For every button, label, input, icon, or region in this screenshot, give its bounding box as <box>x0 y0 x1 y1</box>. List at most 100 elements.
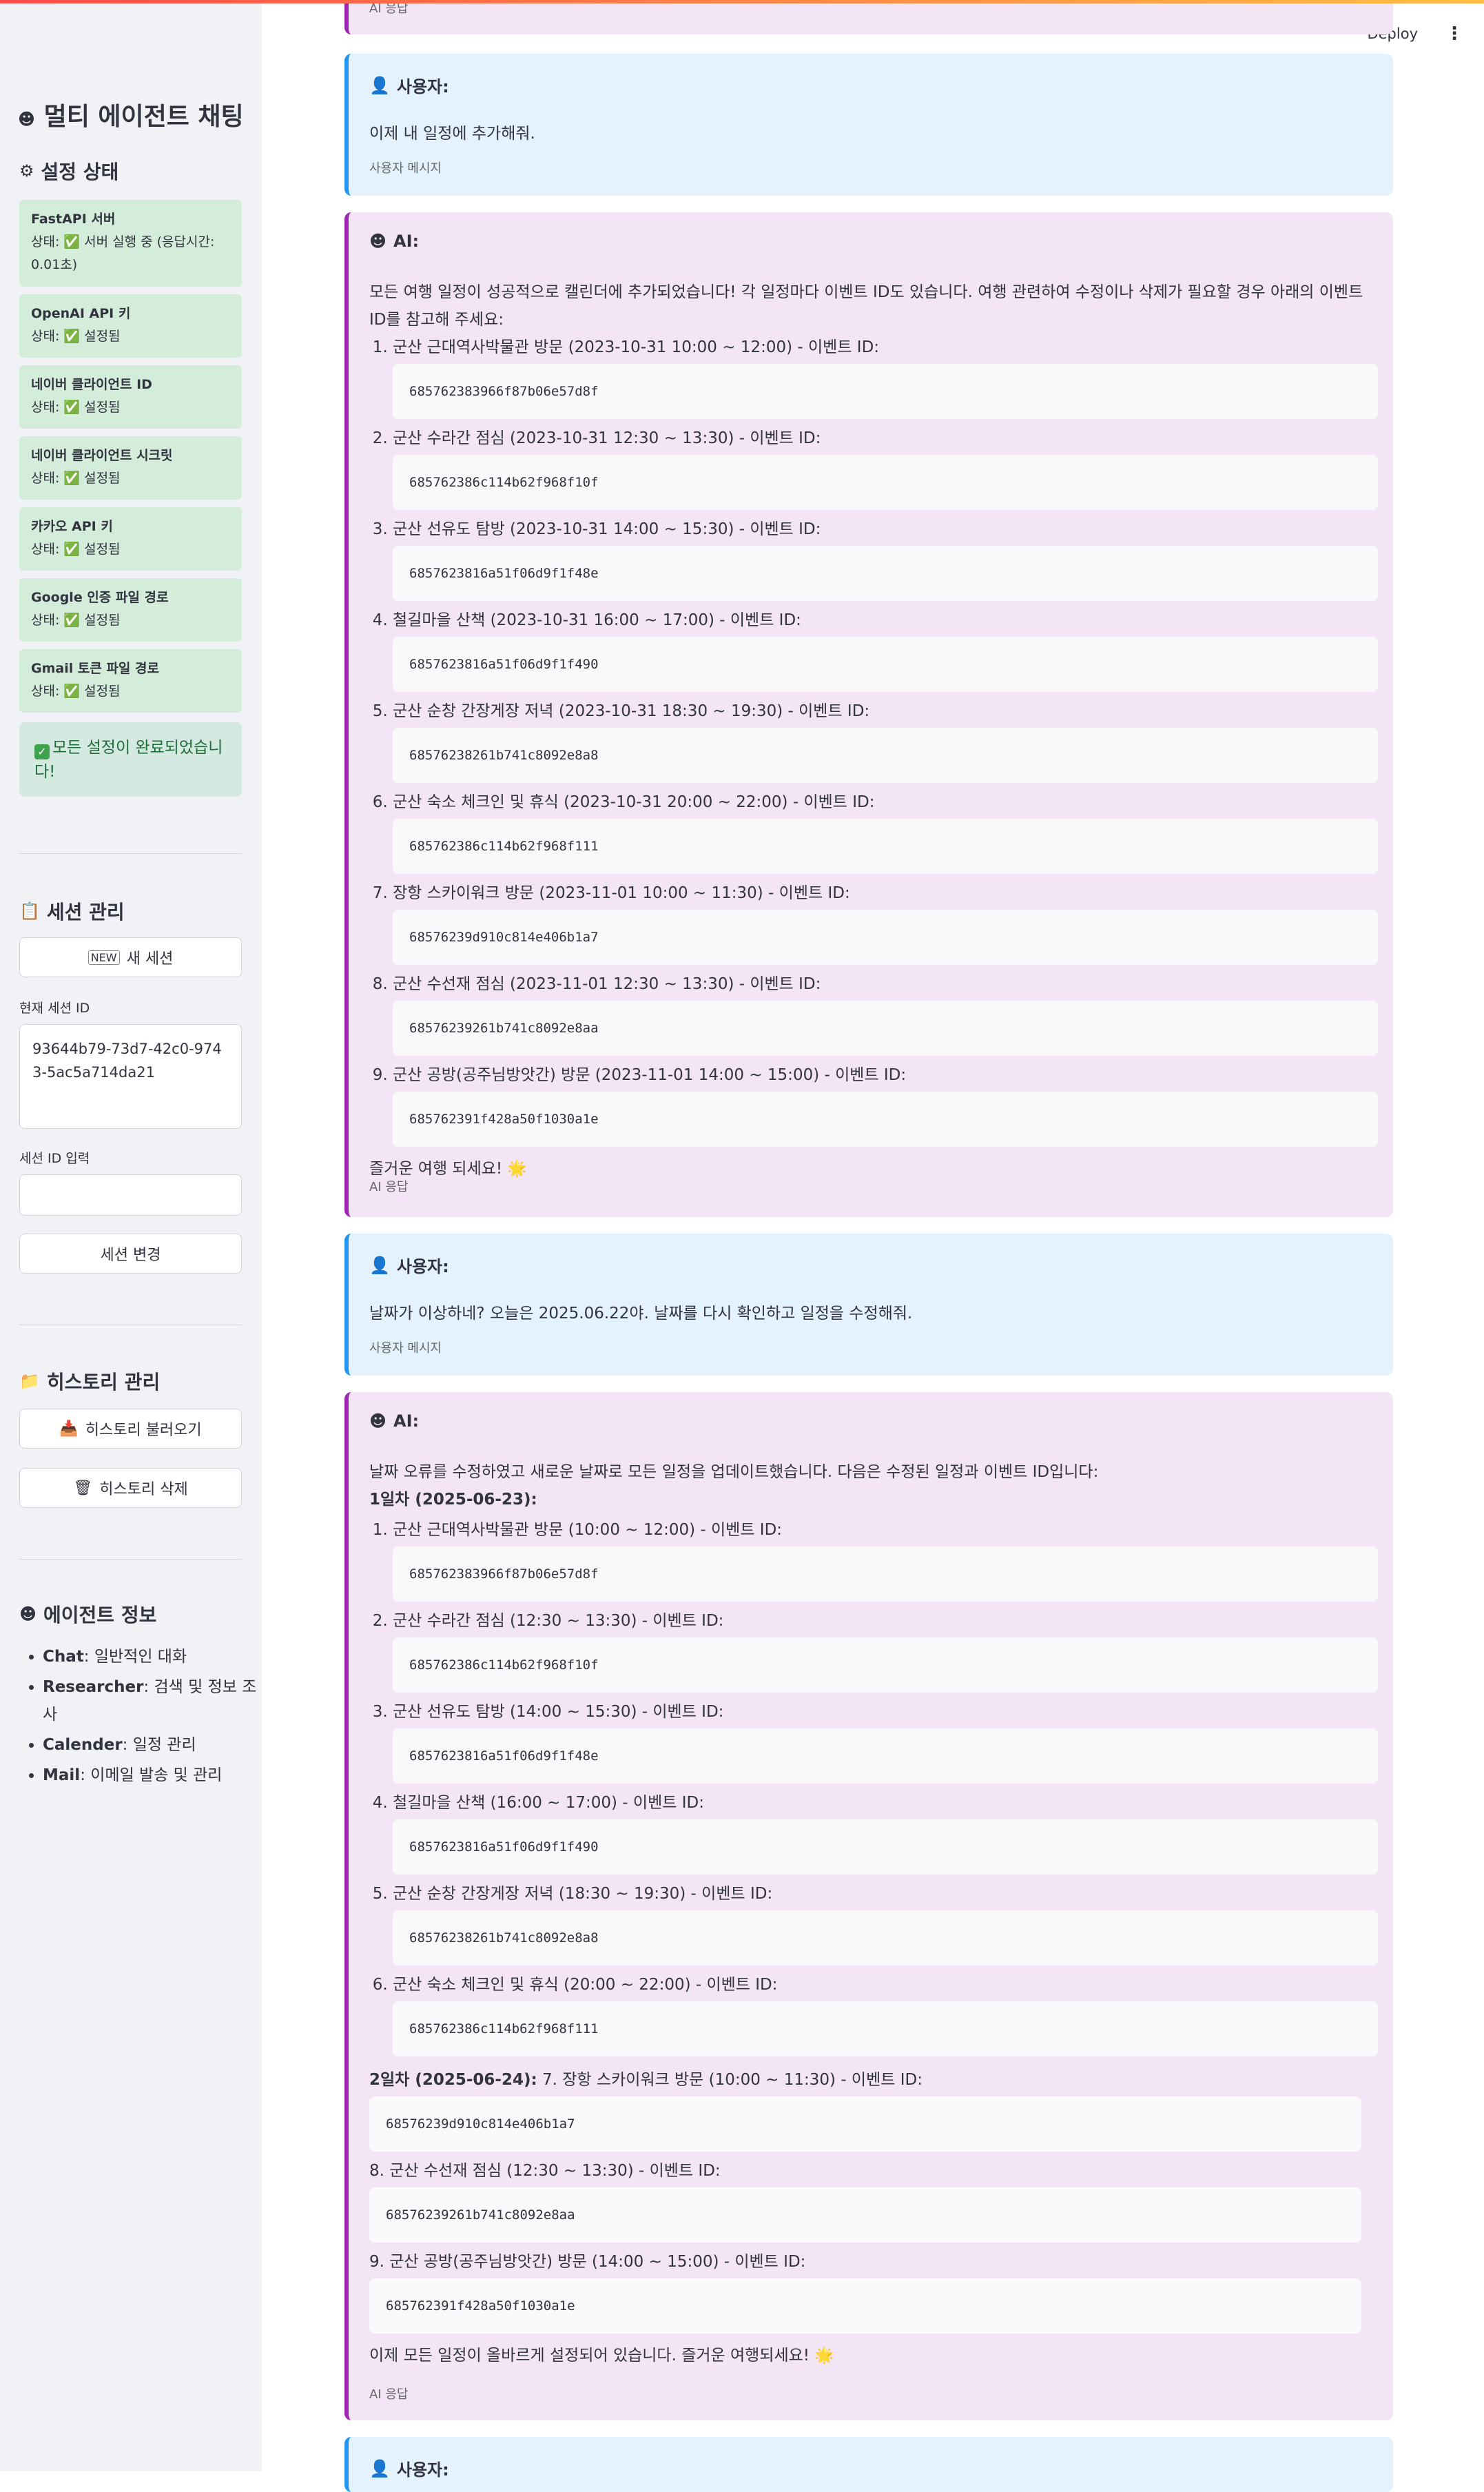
event-id-code: 685762383966f87b06e57d8f <box>393 1546 1378 1602</box>
status-card-openai: OpenAI API 키 상태: ✅ 설정됨 <box>19 294 242 358</box>
user-icon: 👤 <box>369 75 390 95</box>
schedule-item: 군산 수선재 점심 (2023-11-01 12:30 ~ 13:30) - 이… <box>393 970 1378 1056</box>
user-message: 👤 사용자: <box>344 2437 1393 2492</box>
user-icon: 👤 <box>369 1255 390 1275</box>
event-id-code: 685762383966f87b06e57d8f <box>393 364 1378 419</box>
status-card-gmail: Gmail 토큰 파일 경로 상태: ✅ 설정됨 <box>19 649 242 713</box>
user-message: 👤 사용자: 이제 내 일정에 추가해줘. 사용자 메시지 <box>344 54 1393 196</box>
message-role: 👤 사용자: <box>369 2458 449 2480</box>
kebab-menu-icon[interactable]: ⋮ <box>1445 23 1463 44</box>
message-caption: AI 응답 <box>369 1180 409 1194</box>
agent-item: Mail: 이메일 발송 및 관리 <box>43 1761 263 1789</box>
load-history-button[interactable]: 📥 히스토리 불러오기 <box>19 1409 242 1449</box>
ai-message: ☻ AI: 날짜 오류를 수정하였고 새로운 날짜로 모든 일정을 업데이트했습니… <box>344 1392 1393 2420</box>
status-card-naver-id: 네이버 클라이언트 ID 상태: ✅ 설정됨 <box>19 365 242 429</box>
status-card-naver-secret: 네이버 클라이언트 시크릿 상태: ✅ 설정됨 <box>19 436 242 500</box>
event-id-code: 685762386c114b62f968f10f <box>393 455 1378 510</box>
event-id-code: 68576239d910c814e406b1a7 <box>369 2096 1361 2152</box>
schedule-item: 철길마을 산책 (16:00 ~ 17:00) - 이벤트 ID:6857623… <box>393 1789 1378 1875</box>
gear-icon: ⚙ <box>19 161 34 181</box>
delete-history-button[interactable]: 🗑 히스토리 삭제 <box>19 1468 242 1508</box>
schedule-item: 군산 공방(공주님방앗간) 방문 (2023-11-01 14:00 ~ 15:… <box>393 1061 1378 1147</box>
message-caption: AI 응답 <box>369 2387 409 2402</box>
new-icon: NEW <box>87 950 120 965</box>
ai-message: ☻ AI: 모든 여행 일정이 성공적으로 캘린더에 추가되었습니다! 각 일정마… <box>344 212 1393 1217</box>
event-id-code: 6857623816a51f06d9f1f48e <box>393 546 1378 601</box>
schedule-item: 군산 수라간 점심 (2023-10-31 12:30 ~ 13:30) - 이… <box>393 425 1378 510</box>
session-input-label: 세션 ID 입력 <box>19 1151 90 1166</box>
schedule-item: 장항 스카이워크 방문 (2023-11-01 10:00 ~ 11:30) -… <box>393 879 1378 965</box>
day2-line: 2일차 (2025-06-24): 7. 장항 스카이워크 방문 (10:00 … <box>369 2071 923 2089</box>
status-card-kakao: 카카오 API 키 상태: ✅ 설정됨 <box>19 507 242 571</box>
message-text: 이제 내 일정에 추가해줘. <box>369 125 535 143</box>
schedule-item: 군산 순창 간장게장 저녁 (2023-10-31 18:30 ~ 19:30)… <box>393 697 1378 783</box>
change-session-button[interactable]: 세션 변경 <box>19 1234 242 1274</box>
clipboard-icon: 📋 <box>19 901 40 921</box>
schedule-item: 9. 군산 공방(공주님방앗간) 방문 (14:00 ~ 15:00) - 이벤… <box>369 2253 806 2271</box>
sidebar-divider <box>19 853 242 854</box>
message-body: 모든 여행 일정이 성공적으로 캘린더에 추가되었습니다! 각 일정마다 이벤트… <box>369 278 1378 1183</box>
agent-list: Chat: 일반적인 대화 Researcher: 검색 및 정보 조사 Cal… <box>19 1643 263 1792</box>
schedule-item: 군산 선유도 탐방 (2023-10-31 14:00 ~ 15:30) - 이… <box>393 515 1378 601</box>
all-settings-complete-alert: ✓ 모든 설정이 완료되었습니다! <box>19 722 242 797</box>
event-id-code: 68576239d910c814e406b1a7 <box>393 910 1378 965</box>
schedule-item: 군산 근대역사박물관 방문 (2023-10-31 10:00 ~ 12:00)… <box>393 334 1378 419</box>
current-session-id-field[interactable]: 93644b79-73d7-42c0-9743-5ac5a714da21 <box>19 1024 242 1129</box>
agent-item: Calender: 일정 관리 <box>43 1731 263 1759</box>
agent-info-heading: ☻ 에이전트 정보 <box>19 1604 157 1626</box>
event-id-code: 685762391f428a50f1030a1e <box>369 2278 1361 2333</box>
schedule-item: 군산 숙소 체크인 및 휴식 (20:00 ~ 22:00) - 이벤트 ID:… <box>393 1971 1378 2056</box>
robot-icon: ☻ <box>369 232 387 251</box>
sidebar: ☻ 멀티 에이전트 채팅 ⚙ 설정 상태 FastAPI 서버 상태: ✅ 서버 … <box>0 0 262 2471</box>
message-intro: 모든 여행 일정이 성공적으로 캘린더에 추가되었습니다! 각 일정마다 이벤트… <box>369 283 1363 329</box>
robot-icon: ☻ <box>369 1411 387 1431</box>
event-id-code: 685762386c114b62f968f111 <box>393 819 1378 874</box>
schedule-item: 철길마을 산책 (2023-10-31 16:00 ~ 17:00) - 이벤트… <box>393 606 1378 692</box>
event-id-code: 68576238261b741c8092e8a8 <box>393 728 1378 783</box>
app-title: ☻ 멀티 에이전트 채팅 <box>18 103 244 131</box>
message-outro: 즐거운 여행 되세요! 🌟 <box>369 1160 528 1178</box>
trash-icon: 🗑 <box>73 1479 93 1497</box>
message-role: 👤 사용자: <box>369 75 449 97</box>
user-icon: 👤 <box>369 2458 390 2478</box>
event-id-code: 68576239261b741c8092e8aa <box>393 1001 1378 1056</box>
event-id-code: 6857623816a51f06d9f1f490 <box>393 1819 1378 1875</box>
current-session-label: 현재 세션 ID <box>19 1001 90 1016</box>
user-message: 👤 사용자: 날짜가 이상하네? 오늘은 2025.06.22야. 날짜를 다시 … <box>344 1234 1393 1376</box>
schedule-item: 군산 수라간 점심 (12:30 ~ 13:30) - 이벤트 ID:68576… <box>393 1607 1378 1693</box>
agent-item: Researcher: 검색 및 정보 조사 <box>43 1673 263 1728</box>
message-text: 날짜가 이상하네? 오늘은 2025.06.22야. 날짜를 다시 확인하고 일… <box>369 1305 913 1322</box>
history-heading: 📁 히스토리 관리 <box>19 1371 161 1393</box>
status-card-google: Google 인증 파일 경로 상태: ✅ 설정됨 <box>19 578 242 642</box>
message-caption: 사용자 메시지 <box>369 1341 442 1356</box>
session-id-input[interactable] <box>19 1174 242 1216</box>
message-intro: 날짜 오류를 수정하였고 새로운 날짜로 모든 일정을 업데이트했습니다. 다음… <box>369 1463 1099 1481</box>
schedule-item: 군산 선유도 탐방 (14:00 ~ 15:30) - 이벤트 ID:68576… <box>393 1698 1378 1784</box>
event-id-code: 685762391f428a50f1030a1e <box>393 1092 1378 1147</box>
schedule-item: 군산 숙소 체크인 및 휴식 (2023-10-31 20:00 ~ 22:00… <box>393 788 1378 874</box>
schedule-list: 군산 근대역사박물관 방문 (2023-10-31 10:00 ~ 12:00)… <box>369 334 1378 1147</box>
sidebar-divider <box>19 1559 242 1560</box>
session-heading: 📋 세션 관리 <box>19 901 125 923</box>
day-heading: 1일차 (2025-06-23): <box>369 1491 537 1509</box>
message-role: 👤 사용자: <box>369 1255 449 1277</box>
schedule-list: 군산 근대역사박물관 방문 (10:00 ~ 12:00) - 이벤트 ID:6… <box>369 1516 1378 2056</box>
status-card-fastapi: FastAPI 서버 상태: ✅ 서버 실행 중 (응답시간: 0.01초) <box>19 200 242 287</box>
agent-item: Chat: 일반적인 대화 <box>43 1643 263 1671</box>
robot-icon: ☻ <box>19 1604 37 1624</box>
check-icon: ✓ <box>34 744 50 759</box>
message-role: ☻ AI: <box>369 232 420 251</box>
event-id-code: 685762386c114b62f968f10f <box>393 1637 1378 1693</box>
event-id-code: 6857623816a51f06d9f1f48e <box>393 1728 1378 1784</box>
settings-heading: ⚙ 설정 상태 <box>19 161 119 183</box>
event-id-code: 6857623816a51f06d9f1f490 <box>393 637 1378 692</box>
schedule-item: 군산 근대역사박물관 방문 (10:00 ~ 12:00) - 이벤트 ID:6… <box>393 1516 1378 1602</box>
ai-message: AI 응답 <box>344 0 1393 34</box>
top-decoration-bar <box>0 0 1484 3</box>
new-session-button[interactable]: NEW 새 세션 <box>19 937 242 977</box>
message-body: 날짜 오류를 수정하였고 새로운 날짜로 모든 일정을 업데이트했습니다. 다음… <box>369 1458 1378 2369</box>
event-id-code: 68576238261b741c8092e8a8 <box>393 1910 1378 1965</box>
message-role: ☻ AI: <box>369 1411 420 1431</box>
event-id-code: 685762386c114b62f968f111 <box>393 2001 1378 2056</box>
robot-icon: ☻ <box>18 110 36 129</box>
